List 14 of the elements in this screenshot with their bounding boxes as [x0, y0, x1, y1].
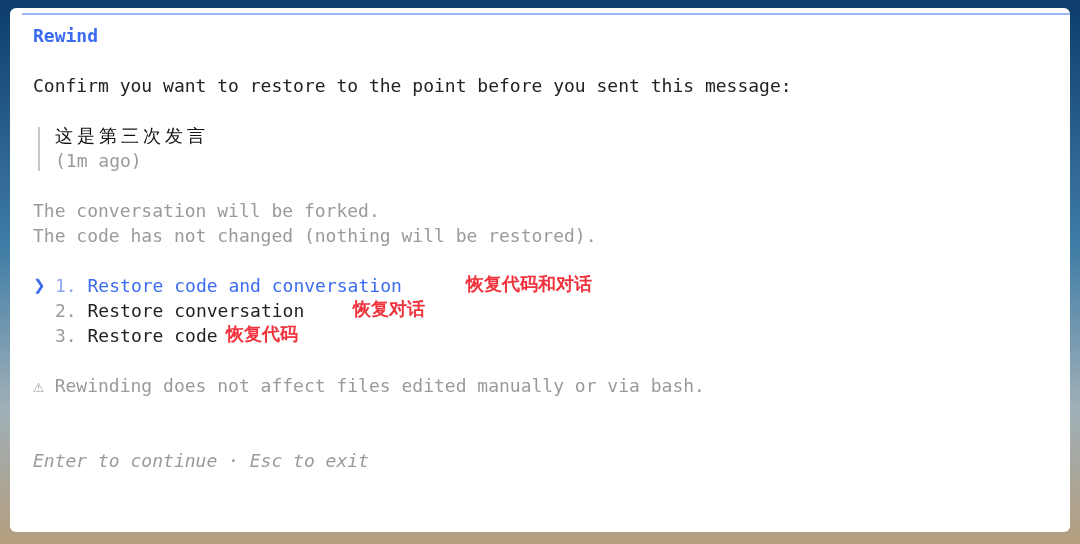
annotation-text: 恢复代码 — [225, 322, 298, 346]
warning-text: ⚠ Rewinding does not affect files edited manually or via bash. — [33, 374, 706, 398]
restore-option[interactable]: ❯ 1. Restore code and conversation 恢复代码和对话 — [33, 273, 1070, 298]
info-note: The code has not changed (nothing will be restored). — [33, 224, 598, 248]
info-note: The conversation will be forked. — [33, 199, 381, 223]
annotation-text: 恢复代码和对话 — [465, 272, 592, 296]
confirm-prompt: Confirm you want to restore to the point before you sent this message: — [33, 74, 793, 98]
restore-option[interactable]: 2. Restore conversation 恢复对话 — [33, 298, 1070, 323]
message-time: (1m ago) — [55, 149, 142, 173]
quoted-message: 这是第三次发言 — [55, 124, 209, 148]
annotation-text: 恢复对话 — [353, 297, 426, 321]
restore-option[interactable]: 3. Restore code 恢复代码 — [33, 323, 1070, 348]
key-hint: Enter to continue · Esc to exit — [33, 449, 370, 473]
dialog-title: Rewind — [33, 24, 100, 48]
